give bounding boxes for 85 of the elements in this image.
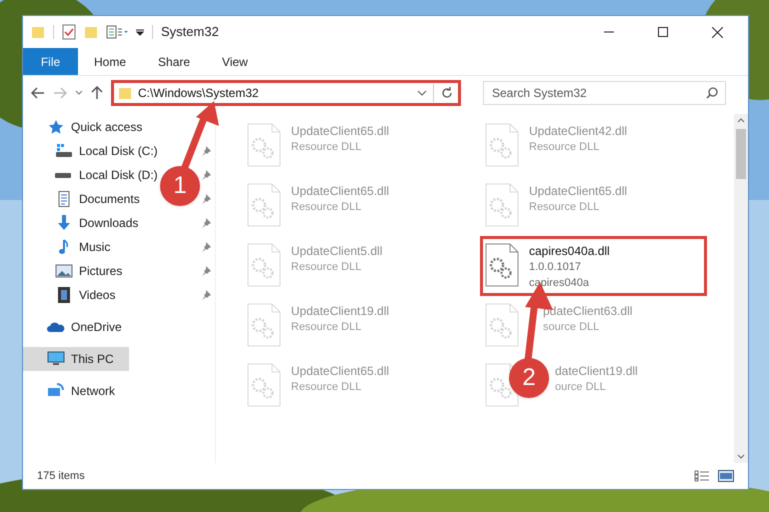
file-name: capires040a.dll bbox=[529, 243, 610, 259]
file-name: UpdateClient19.dll bbox=[291, 303, 390, 319]
close-icon bbox=[712, 26, 722, 38]
file-gear-icon bbox=[485, 243, 519, 287]
file-detail: Resource DLL bbox=[291, 380, 362, 395]
pin-icon[interactable] bbox=[201, 290, 211, 300]
picture-icon bbox=[55, 263, 73, 279]
address-path: C:\Windows\System32 bbox=[138, 85, 260, 102]
selected-file-frame[interactable]: capires040a.dll 1.0.0.1017 capires040a bbox=[480, 236, 707, 296]
pin-icon[interactable] bbox=[201, 194, 211, 204]
minimize-icon bbox=[604, 31, 614, 33]
drive-icon bbox=[55, 172, 71, 178]
scrollbar-thumb[interactable] bbox=[736, 129, 746, 179]
maximize-icon bbox=[658, 27, 668, 37]
nav-item[interactable]: This PC bbox=[23, 347, 129, 371]
dropdown-icon[interactable] bbox=[136, 28, 144, 36]
file-name: UpdateClient65.dll bbox=[291, 183, 390, 199]
nav-item[interactable]: OneDrive bbox=[23, 315, 122, 339]
up-arrow-icon[interactable] bbox=[91, 86, 103, 100]
window-title: System32 bbox=[161, 23, 219, 42]
file-detail: ource DLL bbox=[555, 380, 607, 395]
file-detail: capires040a bbox=[529, 276, 590, 291]
file-gear-icon bbox=[485, 303, 519, 347]
file-detail: 1.0.0.1017 bbox=[529, 260, 582, 275]
star-icon bbox=[47, 119, 65, 135]
ribbon-tab[interactable]: View bbox=[206, 48, 264, 75]
chevron-down-icon[interactable] bbox=[75, 90, 83, 96]
file-detail: Resource DLL bbox=[529, 140, 600, 155]
file-menu-button[interactable]: File bbox=[23, 48, 78, 75]
nav-item[interactable]: Documents bbox=[23, 187, 140, 211]
scroll-up-icon[interactable] bbox=[737, 118, 745, 123]
refresh-icon[interactable] bbox=[440, 86, 454, 100]
pin-icon[interactable] bbox=[201, 242, 211, 252]
download-icon bbox=[55, 215, 73, 231]
file-name: UpdateClient65.dll bbox=[529, 183, 628, 199]
file-name: UpdateClient65.dll bbox=[291, 363, 390, 379]
file-gear-icon bbox=[247, 123, 281, 167]
nav-item[interactable]: Local Disk (D:) bbox=[23, 163, 158, 187]
back-arrow-icon[interactable] bbox=[31, 87, 45, 99]
folder-icon bbox=[118, 86, 132, 100]
file-gear-icon bbox=[247, 303, 281, 347]
search-icon[interactable] bbox=[706, 87, 718, 99]
pin-icon[interactable] bbox=[201, 266, 211, 276]
pin-icon[interactable] bbox=[201, 218, 211, 228]
scrollbar[interactable] bbox=[734, 114, 748, 463]
nav-item[interactable]: Videos bbox=[23, 283, 116, 307]
file-detail: Resource DLL bbox=[291, 200, 362, 215]
network-icon bbox=[47, 383, 65, 399]
chevron-down-icon[interactable] bbox=[417, 89, 427, 97]
nav-item[interactable]: Local Disk (C:) bbox=[23, 139, 158, 163]
nav-item[interactable]: Pictures bbox=[23, 259, 122, 283]
film-icon bbox=[55, 287, 73, 303]
properties-icon[interactable] bbox=[62, 24, 76, 40]
ribbon-tab[interactable]: Home bbox=[78, 48, 142, 75]
file-name: UpdateClient42.dll bbox=[529, 123, 628, 139]
address-bar[interactable]: C:\Windows\System32 bbox=[111, 80, 461, 106]
file-detail: Resource DLL bbox=[291, 140, 362, 155]
file-name: dateClient19.dll bbox=[555, 363, 638, 379]
search-field[interactable]: Search System32 bbox=[483, 81, 726, 105]
file-detail: source DLL bbox=[543, 320, 600, 335]
file-gear-icon bbox=[247, 243, 281, 287]
file-detail: Resource DLL bbox=[291, 260, 362, 275]
file-gear-icon bbox=[247, 183, 281, 227]
file-name: UpdateClient65.dll bbox=[291, 123, 390, 139]
thumbnail-view-icon[interactable] bbox=[718, 470, 734, 482]
file-gear-icon bbox=[247, 363, 281, 407]
item-count: 175 items bbox=[37, 468, 85, 484]
file-name: UpdateClient5.dll bbox=[291, 243, 382, 259]
nav-item[interactable]: Music bbox=[23, 235, 110, 259]
scroll-down-icon[interactable] bbox=[737, 454, 745, 459]
ribbon-tab[interactable]: Share bbox=[142, 48, 206, 75]
drive-icon bbox=[55, 143, 73, 159]
nav-item[interactable]: Network bbox=[23, 379, 116, 403]
details-view-icon[interactable] bbox=[694, 470, 710, 482]
file-gear-icon bbox=[485, 183, 519, 227]
layout-icon[interactable] bbox=[106, 25, 128, 39]
file-detail: Resource DLL bbox=[291, 320, 362, 335]
nav-item[interactable]: Downloads bbox=[23, 211, 138, 235]
file-detail: Resource DLL bbox=[529, 200, 600, 215]
pin-icon[interactable] bbox=[201, 146, 211, 156]
monitor-icon bbox=[47, 351, 65, 367]
pin-icon[interactable] bbox=[201, 170, 211, 180]
file-name: pdateClient63.dll bbox=[543, 303, 632, 319]
nav-item[interactable]: Quick access bbox=[23, 115, 142, 139]
file-gear-icon bbox=[485, 123, 519, 167]
